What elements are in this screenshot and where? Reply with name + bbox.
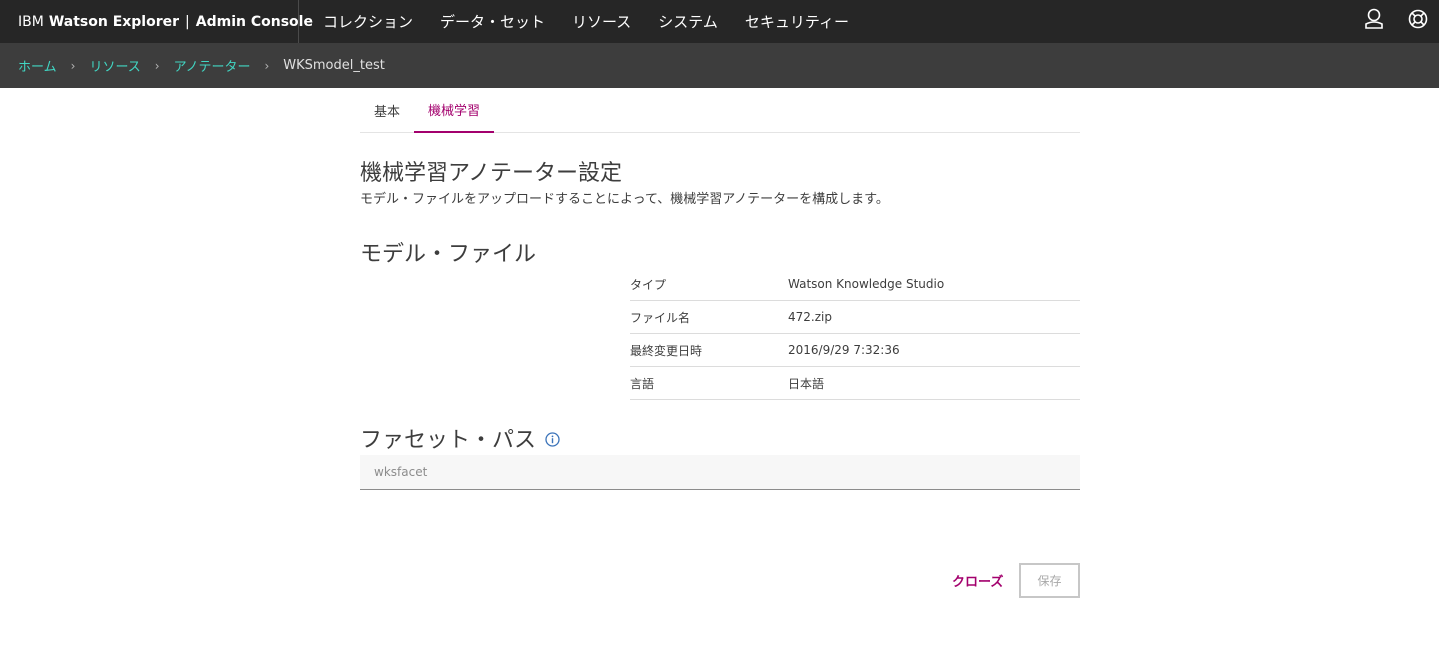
breadcrumb: ホーム › リソース › アノテーター › WKSmodel_test	[0, 43, 1439, 88]
detail-value: 472.zip	[788, 310, 832, 324]
detail-value: Watson Knowledge Studio	[788, 277, 945, 291]
breadcrumb-home[interactable]: ホーム	[18, 56, 57, 75]
top-navigation-bar: IBM Watson Explorer | Admin Console コレクシ…	[0, 0, 1439, 43]
brand-product: Watson Explorer	[48, 13, 180, 30]
tab-basic[interactable]: 基本	[360, 88, 414, 132]
facet-path-heading-row: ファセット・パス	[360, 422, 560, 454]
header-icons	[1341, 8, 1429, 30]
model-file-details: タイプ Watson Knowledge Studio ファイル名 472.zi…	[630, 268, 1080, 400]
breadcrumb-current: WKSmodel_test	[283, 58, 385, 73]
nav-collections[interactable]: コレクション	[323, 11, 413, 32]
info-icon[interactable]	[545, 432, 560, 447]
detail-label: タイプ	[630, 277, 667, 292]
nav-resources[interactable]: リソース	[572, 11, 631, 32]
nav-security[interactable]: セキュリティー	[745, 11, 849, 32]
section-description: モデル・ファイルをアップロードすることによって、機械学習アノテーターを構成します…	[360, 192, 889, 207]
brand-separator: |	[185, 13, 190, 30]
tab-machine-learning[interactable]: 機械学習	[414, 88, 495, 133]
nav-system[interactable]: システム	[658, 11, 718, 32]
detail-row-filename: ファイル名 472.zip	[630, 301, 1080, 334]
nav-datasets[interactable]: データ・セット	[440, 11, 545, 32]
tab-bar: 基本 機械学習	[360, 88, 1080, 133]
detail-label: 最終変更日時	[630, 343, 703, 358]
detail-row-type: タイプ Watson Knowledge Studio	[630, 268, 1080, 301]
breadcrumb-resources[interactable]: リソース	[89, 56, 140, 75]
model-file-heading: モデル・ファイル	[360, 242, 537, 267]
facet-path-heading: ファセット・パス	[360, 428, 537, 453]
save-button[interactable]: 保存	[1019, 563, 1080, 598]
close-button[interactable]: クローズ	[945, 563, 1010, 598]
chevron-right-icon: ›	[70, 58, 76, 73]
section-title: 機械学習アノテーター設定	[360, 161, 623, 186]
detail-label: 言語	[630, 376, 655, 391]
detail-value: 2016/9/29 7:32:36	[788, 343, 900, 357]
user-icon[interactable]	[1363, 8, 1385, 30]
brand-console: Admin Console	[195, 13, 313, 30]
facet-path-input[interactable]	[360, 455, 1080, 490]
detail-row-language: 言語 日本語	[630, 367, 1080, 400]
detail-row-last-modified: 最終変更日時 2016/9/29 7:32:36	[630, 334, 1080, 367]
chevron-right-icon: ›	[264, 58, 270, 73]
chevron-right-icon: ›	[154, 58, 160, 73]
brand-prefix: IBM	[18, 13, 44, 30]
product-brand[interactable]: IBM Watson Explorer | Admin Console	[0, 0, 313, 43]
main-nav: コレクション データ・セット リソース システム セキュリティー	[299, 0, 876, 43]
detail-label: ファイル名	[630, 310, 691, 325]
help-lifebuoy-icon[interactable]	[1407, 8, 1429, 30]
detail-value: 日本語	[788, 376, 825, 391]
breadcrumb-annotators[interactable]: アノテーター	[174, 56, 251, 75]
